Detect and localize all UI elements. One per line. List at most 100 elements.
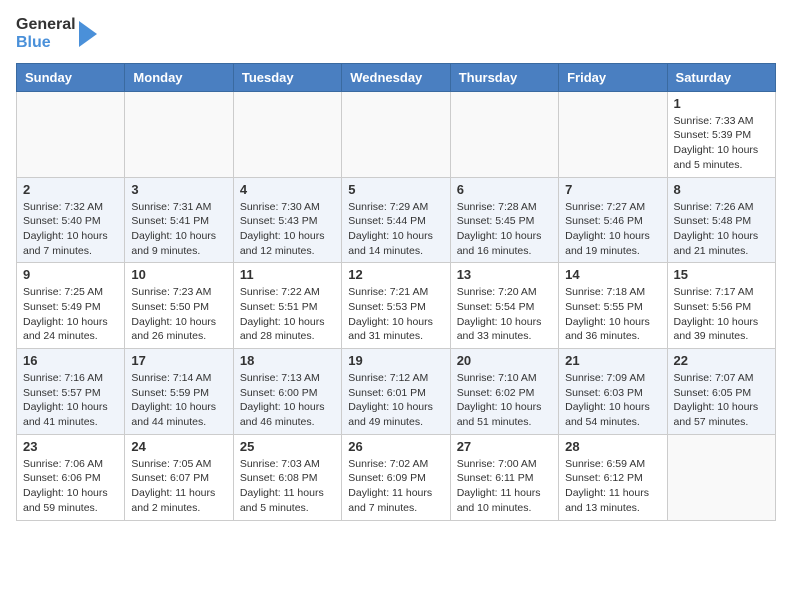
calendar-cell: 2 Sunrise: 7:32 AM Sunset: 5:40 PM Daylig… xyxy=(17,177,125,263)
calendar-cell: 12 Sunrise: 7:21 AM Sunset: 5:53 PM Dayli… xyxy=(342,263,450,349)
day-info: Sunrise: 7:13 AM Sunset: 6:00 PM Dayligh… xyxy=(240,371,335,430)
day-info: Sunrise: 7:07 AM Sunset: 6:05 PM Dayligh… xyxy=(674,371,769,430)
calendar-cell: 16 Sunrise: 7:16 AM Sunset: 5:57 PM Dayli… xyxy=(17,349,125,435)
calendar-cell: 15 Sunrise: 7:17 AM Sunset: 5:56 PM Dayli… xyxy=(667,263,775,349)
day-info: Sunrise: 7:31 AM Sunset: 5:41 PM Dayligh… xyxy=(131,200,226,259)
logo: General Blue xyxy=(16,16,99,53)
logo-container: General Blue xyxy=(16,16,99,53)
calendar-cell: 11Sunrise: 7:22 AM Sunset: 5:51 PM Dayli… xyxy=(233,263,341,349)
day-number: 3 xyxy=(131,182,226,197)
day-number: 20 xyxy=(457,353,552,368)
calendar-cell xyxy=(125,91,233,177)
day-number: 21 xyxy=(565,353,660,368)
day-info: Sunrise: 7:25 AM Sunset: 5:49 PM Dayligh… xyxy=(23,285,118,344)
calendar-cell: 27 Sunrise: 7:00 AM Sunset: 6:11 PM Dayli… xyxy=(450,434,558,520)
day-number: 4 xyxy=(240,182,335,197)
calendar-week-row: 1 Sunrise: 7:33 AM Sunset: 5:39 PM Daylig… xyxy=(17,91,776,177)
day-info: Sunrise: 7:28 AM Sunset: 5:45 PM Dayligh… xyxy=(457,200,552,259)
calendar-cell xyxy=(233,91,341,177)
day-info: Sunrise: 7:21 AM Sunset: 5:53 PM Dayligh… xyxy=(348,285,443,344)
calendar-cell xyxy=(450,91,558,177)
calendar-cell: 4 Sunrise: 7:30 AM Sunset: 5:43 PM Daylig… xyxy=(233,177,341,263)
day-number: 17 xyxy=(131,353,226,368)
calendar-cell: 28Sunrise: 6:59 AM Sunset: 6:12 PM Dayli… xyxy=(559,434,667,520)
calendar-cell xyxy=(559,91,667,177)
day-info: Sunrise: 7:14 AM Sunset: 5:59 PM Dayligh… xyxy=(131,371,226,430)
day-number: 22 xyxy=(674,353,769,368)
day-info: Sunrise: 7:09 AM Sunset: 6:03 PM Dayligh… xyxy=(565,371,660,430)
calendar-week-row: 2 Sunrise: 7:32 AM Sunset: 5:40 PM Daylig… xyxy=(17,177,776,263)
day-info: Sunrise: 7:30 AM Sunset: 5:43 PM Dayligh… xyxy=(240,200,335,259)
day-info: Sunrise: 7:22 AM Sunset: 5:51 PM Dayligh… xyxy=(240,285,335,344)
calendar-cell: 25 Sunrise: 7:03 AM Sunset: 6:08 PM Dayli… xyxy=(233,434,341,520)
day-info: Sunrise: 7:32 AM Sunset: 5:40 PM Dayligh… xyxy=(23,200,118,259)
day-info: Sunrise: 7:12 AM Sunset: 6:01 PM Dayligh… xyxy=(348,371,443,430)
day-info: Sunrise: 7:17 AM Sunset: 5:56 PM Dayligh… xyxy=(674,285,769,344)
calendar-cell xyxy=(342,91,450,177)
calendar-week-row: 9 Sunrise: 7:25 AM Sunset: 5:49 PM Daylig… xyxy=(17,263,776,349)
day-number: 16 xyxy=(23,353,118,368)
calendar-cell: 9 Sunrise: 7:25 AM Sunset: 5:49 PM Daylig… xyxy=(17,263,125,349)
calendar-week-row: 16 Sunrise: 7:16 AM Sunset: 5:57 PM Dayli… xyxy=(17,349,776,435)
calendar-week-row: 23 Sunrise: 7:06 AM Sunset: 6:06 PM Dayli… xyxy=(17,434,776,520)
day-info: Sunrise: 7:16 AM Sunset: 5:57 PM Dayligh… xyxy=(23,371,118,430)
day-number: 27 xyxy=(457,439,552,454)
calendar-cell: 7 Sunrise: 7:27 AM Sunset: 5:46 PM Daylig… xyxy=(559,177,667,263)
calendar-header-monday: Monday xyxy=(125,63,233,91)
calendar-cell: 20 Sunrise: 7:10 AM Sunset: 6:02 PM Dayli… xyxy=(450,349,558,435)
day-info: Sunrise: 7:18 AM Sunset: 5:55 PM Dayligh… xyxy=(565,285,660,344)
day-info: Sunrise: 7:05 AM Sunset: 6:07 PM Dayligh… xyxy=(131,457,226,516)
day-number: 23 xyxy=(23,439,118,454)
day-info: Sunrise: 7:33 AM Sunset: 5:39 PM Dayligh… xyxy=(674,114,769,173)
calendar-cell: 26 Sunrise: 7:02 AM Sunset: 6:09 PM Dayli… xyxy=(342,434,450,520)
day-number: 2 xyxy=(23,182,118,197)
calendar-header-row: SundayMondayTuesdayWednesdayThursdayFrid… xyxy=(17,63,776,91)
calendar-cell: 13 Sunrise: 7:20 AM Sunset: 5:54 PM Dayli… xyxy=(450,263,558,349)
calendar-cell: 14 Sunrise: 7:18 AM Sunset: 5:55 PM Dayli… xyxy=(559,263,667,349)
day-info: Sunrise: 7:03 AM Sunset: 6:08 PM Dayligh… xyxy=(240,457,335,516)
day-number: 8 xyxy=(674,182,769,197)
day-number: 12 xyxy=(348,267,443,282)
day-number: 18 xyxy=(240,353,335,368)
calendar-table: SundayMondayTuesdayWednesdayThursdayFrid… xyxy=(16,63,776,521)
calendar-header-thursday: Thursday xyxy=(450,63,558,91)
calendar-header-friday: Friday xyxy=(559,63,667,91)
page-header: General Blue xyxy=(16,16,776,53)
day-info: Sunrise: 7:10 AM Sunset: 6:02 PM Dayligh… xyxy=(457,371,552,430)
day-info: Sunrise: 7:27 AM Sunset: 5:46 PM Dayligh… xyxy=(565,200,660,259)
logo-chevron-icon xyxy=(79,19,99,49)
day-info: Sunrise: 7:20 AM Sunset: 5:54 PM Dayligh… xyxy=(457,285,552,344)
day-number: 13 xyxy=(457,267,552,282)
day-number: 24 xyxy=(131,439,226,454)
calendar-cell: 19 Sunrise: 7:12 AM Sunset: 6:01 PM Dayli… xyxy=(342,349,450,435)
calendar-cell: 21 Sunrise: 7:09 AM Sunset: 6:03 PM Dayli… xyxy=(559,349,667,435)
calendar-cell: 23 Sunrise: 7:06 AM Sunset: 6:06 PM Dayli… xyxy=(17,434,125,520)
day-number: 10 xyxy=(131,267,226,282)
day-number: 25 xyxy=(240,439,335,454)
day-number: 1 xyxy=(674,96,769,111)
day-number: 28 xyxy=(565,439,660,454)
day-info: Sunrise: 7:06 AM Sunset: 6:06 PM Dayligh… xyxy=(23,457,118,516)
day-number: 6 xyxy=(457,182,552,197)
calendar-header-wednesday: Wednesday xyxy=(342,63,450,91)
day-info: Sunrise: 7:00 AM Sunset: 6:11 PM Dayligh… xyxy=(457,457,552,516)
day-number: 14 xyxy=(565,267,660,282)
day-number: 15 xyxy=(674,267,769,282)
day-number: 7 xyxy=(565,182,660,197)
calendar-cell xyxy=(17,91,125,177)
day-number: 5 xyxy=(348,182,443,197)
calendar-header-tuesday: Tuesday xyxy=(233,63,341,91)
day-number: 9 xyxy=(23,267,118,282)
day-number: 26 xyxy=(348,439,443,454)
day-info: Sunrise: 7:29 AM Sunset: 5:44 PM Dayligh… xyxy=(348,200,443,259)
calendar-cell: 10 Sunrise: 7:23 AM Sunset: 5:50 PM Dayli… xyxy=(125,263,233,349)
logo-general-text: General xyxy=(16,16,76,34)
calendar-cell: 18 Sunrise: 7:13 AM Sunset: 6:00 PM Dayli… xyxy=(233,349,341,435)
calendar-cell xyxy=(667,434,775,520)
calendar-cell: 17 Sunrise: 7:14 AM Sunset: 5:59 PM Dayli… xyxy=(125,349,233,435)
day-number: 19 xyxy=(348,353,443,368)
day-info: Sunrise: 7:02 AM Sunset: 6:09 PM Dayligh… xyxy=(348,457,443,516)
logo-blue-text: Blue xyxy=(16,34,76,52)
calendar-header-sunday: Sunday xyxy=(17,63,125,91)
day-info: Sunrise: 7:23 AM Sunset: 5:50 PM Dayligh… xyxy=(131,285,226,344)
